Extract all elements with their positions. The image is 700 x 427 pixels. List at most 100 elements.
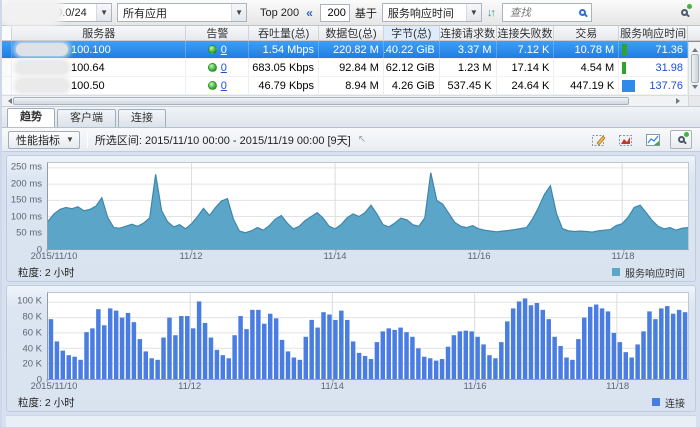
x-axis-tick-label: 11/12	[178, 381, 201, 392]
application-value: 所有应用	[123, 5, 167, 21]
based-on-label: 基于	[355, 5, 377, 21]
col-conn-requests[interactable]: 连接请求数	[440, 26, 497, 40]
connections-chart-panel: 100 K80 K60 K40 K20 K0 2015/11/1011/1211…	[6, 285, 696, 412]
chart-legend: 连接	[652, 395, 685, 410]
conn-requests-cell: 1.23 M	[440, 59, 497, 76]
chevron-down-icon: ▼	[66, 135, 74, 144]
export-chart-icon[interactable]	[643, 131, 663, 149]
y-axis-tick-label: 50 ms	[16, 228, 42, 239]
chevron-down-icon: ▼	[231, 4, 246, 21]
pointer-icon: ↖	[358, 134, 366, 145]
top-toolbar: 00.0/24 ▼ 所有应用 ▼ Top 200 « 基于 服务响应时间 ▼ ↓…	[2, 0, 700, 26]
top-count-input[interactable]	[320, 4, 350, 22]
metric-select[interactable]: 服务响应时间 ▼	[382, 3, 482, 22]
col-packets[interactable]: 数据包(总)	[319, 26, 384, 40]
selected-range-label: 所选区间: 2015/11/10 00:00 - 2015/11/19 00:0…	[95, 132, 351, 148]
conn-failures-cell: 24.64 K	[497, 77, 555, 94]
y-axis-tick-label: 60 K	[22, 327, 42, 338]
redacted-blur	[4, 2, 60, 22]
response-time-cell: 137.76	[619, 77, 688, 94]
magnifier-icon	[678, 136, 685, 143]
green-dot-icon	[684, 132, 689, 137]
y-axis-tick-label: 200 ms	[11, 178, 42, 189]
green-dot-icon	[687, 4, 692, 9]
col-transactions[interactable]: 交易	[554, 26, 619, 40]
servers-table: 服务器 告警 吞吐量(总) 数据包(总) 字节(总) 连接请求数 连接失败数 交…	[2, 26, 700, 107]
y-axis-tick-label: 150 ms	[11, 195, 42, 206]
bytes-cell: 62.12 GiB	[384, 59, 440, 76]
scroll-down-icon[interactable]	[692, 85, 698, 92]
tab-connections[interactable]: 连接	[118, 109, 166, 127]
metric-value: 服务响应时间	[388, 5, 454, 21]
granularity-label: 粒度: 2 小时	[18, 395, 75, 410]
col-alarm[interactable]: 告警	[186, 26, 249, 40]
transactions-cell: 447.19 K	[554, 77, 619, 94]
redacted-ip	[16, 79, 68, 92]
alarm-count-link[interactable]: 0	[221, 44, 227, 56]
chevron-down-icon: ▼	[466, 4, 481, 21]
x-axis-tick-label: 11/12	[179, 251, 202, 262]
y-axis: 250 ms200 ms150 ms100 ms50 ms0	[9, 162, 47, 250]
packets-cell: 92.84 M	[319, 59, 384, 76]
y-axis-tick-label: 80 K	[22, 312, 42, 323]
application-select[interactable]: 所有应用 ▼	[117, 3, 247, 22]
response-time-chart-plot[interactable]	[47, 162, 689, 250]
alarm-cell: 0	[186, 59, 249, 76]
y-axis-tick-label: 250 ms	[11, 161, 42, 172]
scrollbar-thumb[interactable]	[13, 97, 629, 105]
table-horizontal-scrollbar[interactable]	[2, 95, 700, 106]
packets-cell: 220.82 M	[319, 41, 384, 58]
table-vertical-scrollbar[interactable]	[688, 42, 700, 95]
sort-order-icon[interactable]: ↓↑	[487, 7, 497, 19]
bottom-strip	[6, 415, 696, 427]
tab-clients[interactable]: 客户端	[57, 109, 116, 127]
chart-legend: 服务响应时间	[612, 265, 685, 280]
tab-trend[interactable]: 趋势	[7, 108, 55, 127]
col-bytes[interactable]: 字节(总)	[384, 26, 440, 40]
server-cell: 100.100	[12, 41, 186, 58]
col-server[interactable]: 服务器	[12, 26, 187, 40]
app-window: 00.0/24 ▼ 所有应用 ▼ Top 200 « 基于 服务响应时间 ▼ ↓…	[0, 0, 700, 427]
table-row[interactable]: 100.100 0 1.54 Mbps 220.82 M 140.22 GiB …	[2, 41, 700, 59]
collapse-icon[interactable]: «	[304, 6, 315, 20]
selection-zoom-icon[interactable]	[616, 131, 636, 149]
metric-category-select[interactable]: 性能指标 ▼	[8, 131, 80, 149]
x-axis: 2015/11/1011/1211/1411/1611/18	[47, 250, 689, 263]
chart-footer: 粒度: 2 小时 连接	[9, 393, 689, 411]
conn-requests-cell: 3.37 M	[440, 41, 497, 58]
search-input[interactable]	[508, 6, 579, 20]
search-icon[interactable]	[579, 9, 586, 16]
x-axis-tick-label: 11/16	[463, 381, 486, 392]
redacted-ip	[16, 43, 68, 56]
selection-edit-icon[interactable]	[589, 131, 609, 149]
throughput-cell: 46.79 Kbps	[249, 77, 319, 94]
x-axis-tick-label: 11/14	[323, 251, 346, 262]
bytes-cell: 140.22 GiB	[384, 41, 440, 58]
col-conn-failures[interactable]: 连接失败数	[497, 26, 555, 40]
alarm-count-link[interactable]: 0	[221, 62, 227, 74]
col-throughput[interactable]: 吞吐量(总)	[249, 26, 319, 40]
legend-label: 连接	[665, 395, 685, 410]
chart-search-button[interactable]	[670, 130, 692, 149]
scroll-right-icon[interactable]	[676, 98, 683, 104]
response-time-bar	[622, 62, 626, 74]
alarm-status-icon	[208, 45, 217, 54]
table-row[interactable]: 100.64 0 683.05 Kbps 92.84 M 62.12 GiB 1…	[2, 59, 700, 77]
connections-chart-plot[interactable]	[47, 292, 689, 380]
alarm-count-link[interactable]: 0	[221, 80, 227, 92]
x-axis-tick-label: 11/16	[467, 251, 490, 262]
response-time-cell: 31.98	[619, 59, 688, 76]
search-box	[502, 3, 592, 22]
x-axis-tick-label: 11/14	[321, 381, 344, 392]
top-label: Top 200	[260, 7, 299, 19]
table-row[interactable]: 100.50 0 46.79 Kbps 8.94 M 4.26 GiB 537.…	[2, 77, 700, 95]
advanced-search-button[interactable]	[673, 3, 695, 23]
transactions-cell: 4.54 M	[554, 59, 619, 76]
scroll-left-icon[interactable]	[5, 98, 12, 104]
legend-swatch	[652, 398, 660, 406]
col-response-time[interactable]: 服务响应时间	[619, 26, 688, 40]
throughput-cell: 1.54 Mbps	[249, 41, 319, 58]
scroll-up-icon[interactable]	[692, 45, 698, 52]
chart-footer: 粒度: 2 小时 服务响应时间	[9, 263, 689, 281]
scrollbar-thumb[interactable]	[691, 54, 699, 83]
